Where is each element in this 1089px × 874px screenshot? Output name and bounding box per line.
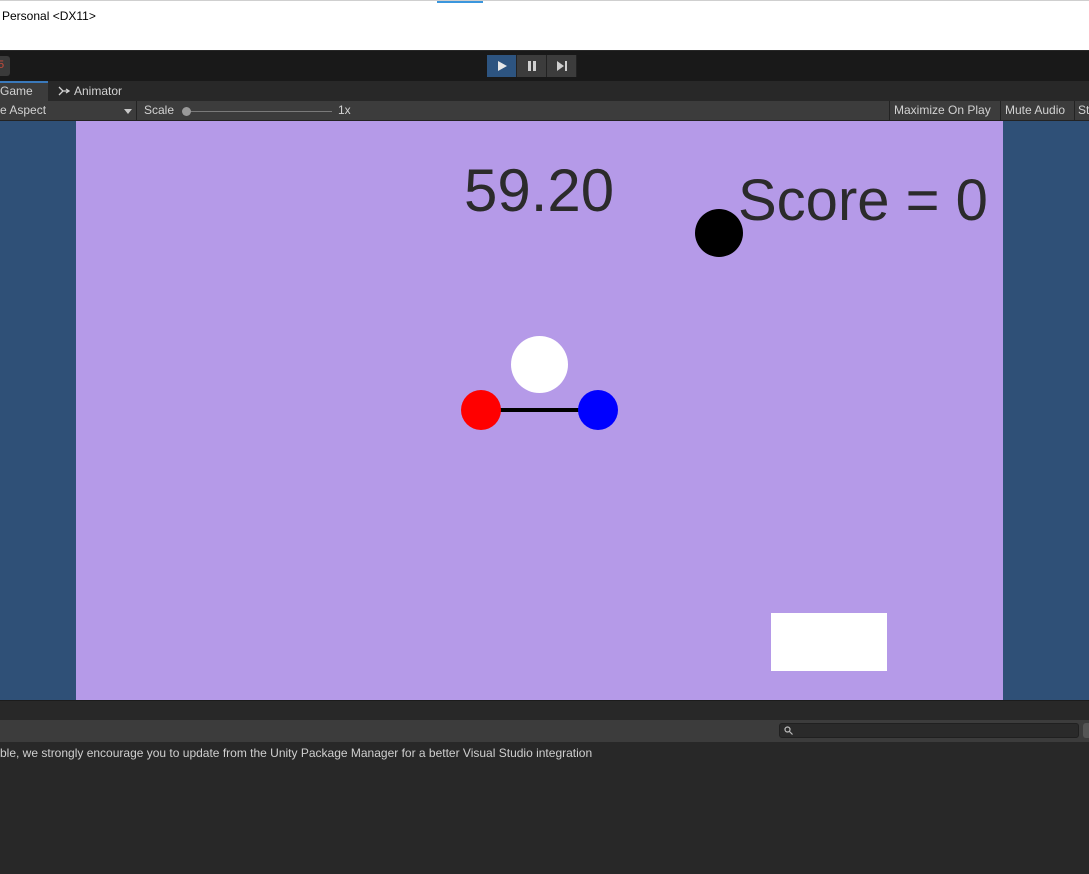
scale-slider-thumb[interactable] <box>182 107 191 116</box>
scale-slider-track[interactable] <box>186 111 332 112</box>
score-text: Score = 0 <box>738 168 988 233</box>
black-ball <box>695 209 743 257</box>
maximize-on-play-toggle[interactable]: Maximize On Play <box>889 101 998 120</box>
step-button[interactable] <box>547 55 577 77</box>
game-viewport: 59.20 Score = 0 <box>0 121 1089 700</box>
chevron-down-icon <box>124 109 132 114</box>
console-search-input[interactable] <box>779 723 1079 738</box>
console-tabbar <box>0 700 1089 720</box>
play-icon <box>497 61 507 71</box>
play-controls <box>487 55 577 77</box>
connector-bar <box>488 408 592 412</box>
titlebar-accent <box>437 1 483 3</box>
white-ball <box>511 336 568 393</box>
step-icon <box>556 61 567 71</box>
scale-label: Scale <box>144 103 175 117</box>
stats-toggle[interactable]: St <box>1074 101 1089 120</box>
search-icon <box>784 726 793 735</box>
game-canvas[interactable]: 59.20 Score = 0 <box>76 121 1003 700</box>
game-view-toolbar: e Aspect Scale 1x Maximize On Play Mute … <box>0 101 1089 121</box>
pause-button[interactable] <box>517 55 547 77</box>
console-log: ble, we strongly encourage you to update… <box>0 742 1089 874</box>
red-ball <box>461 390 501 430</box>
aspect-label: e Aspect <box>0 103 47 117</box>
window-titlebar: Personal <DX11> <box>0 0 1089 50</box>
timer-text: 59.20 <box>464 157 615 224</box>
animator-icon <box>58 86 70 96</box>
tab-game[interactable]: Game <box>0 81 48 101</box>
pause-icon <box>527 61 536 71</box>
console-toolbar <box>0 720 1089 742</box>
left-toolbar-stub[interactable]: 5 <box>0 56 10 76</box>
tab-game-label: Game <box>0 84 33 98</box>
search-options-button[interactable] <box>1083 723 1089 738</box>
tab-animator-label: Animator <box>74 84 123 98</box>
play-button[interactable] <box>487 55 517 77</box>
console-message[interactable]: ble, we strongly encourage you to update… <box>0 746 592 760</box>
white-paddle <box>771 613 887 671</box>
scale-value: 1x <box>338 103 351 117</box>
blue-ball <box>578 390 618 430</box>
window-title: Personal <DX11> <box>2 9 96 23</box>
mute-audio-toggle[interactable]: Mute Audio <box>1000 101 1072 120</box>
tab-animator[interactable]: Animator <box>58 81 148 101</box>
left-stub-label: 5 <box>0 59 5 71</box>
editor-tabbar: Game Animator <box>0 81 1089 101</box>
aspect-dropdown[interactable]: e Aspect <box>0 101 137 120</box>
